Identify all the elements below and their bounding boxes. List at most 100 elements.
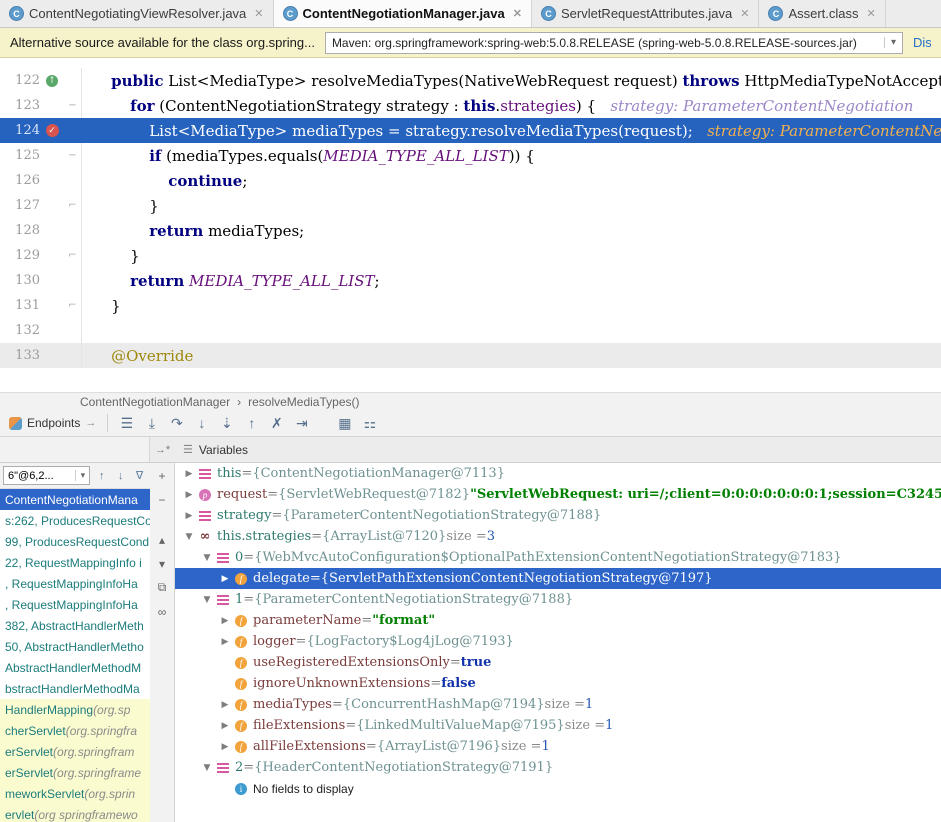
- stack-frame-row[interactable]: 99, ProducesRequestCond: [0, 531, 150, 552]
- chevron-down-icon[interactable]: ▾: [884, 37, 902, 48]
- tree-arrow-icon[interactable]: ▶: [217, 742, 233, 752]
- variable-row[interactable]: fignoreUnknownExtensions = false: [175, 673, 941, 694]
- editor-tab[interactable]: CContentNegotiationManager.java✕: [274, 0, 532, 27]
- tree-arrow-icon[interactable]: ▶: [181, 490, 197, 500]
- stack-frame-row[interactable]: meworkServlet (org.sprin: [0, 783, 150, 804]
- tree-arrow-icon[interactable]: ▶: [181, 511, 197, 521]
- variable-row[interactable]: ▶fmediaTypes = {ConcurrentHashMap@7194} …: [175, 694, 941, 715]
- tree-arrow-icon[interactable]: ▶: [217, 616, 233, 626]
- variable-row[interactable]: ▶strategy = {ParameterContentNegotiation…: [175, 505, 941, 526]
- editor-tab[interactable]: CContentNegotiatingViewResolver.java✕: [0, 0, 274, 27]
- code-line[interactable]: 129⌐ }: [0, 243, 941, 268]
- stack-frame-row[interactable]: s:262, ProducesRequestCo: [0, 510, 150, 531]
- next-frame-icon[interactable]: ↓: [113, 470, 128, 482]
- source-jar-select[interactable]: Maven: org.springframework:spring-web:5.…: [325, 32, 903, 54]
- variable-row[interactable]: ▼0 = {WebMvcAutoConfiguration$OptionalPa…: [175, 547, 941, 568]
- tab-close-icon[interactable]: ✕: [513, 7, 522, 20]
- scroll-down-icon[interactable]: ▾: [154, 556, 170, 571]
- step-out-icon[interactable]: ↑: [239, 412, 264, 434]
- code-editor[interactable]: 122↑ public List<MediaType> resolveMedia…: [0, 58, 941, 392]
- stack-frame-row[interactable]: cherServlet (org.springfra: [0, 720, 150, 741]
- editor-tab[interactable]: CAssert.class✕: [759, 0, 885, 27]
- stack-frame-row[interactable]: AbstractHandlerMethodM: [0, 657, 150, 678]
- breadcrumb-item-method[interactable]: resolveMediaTypes(): [248, 395, 359, 409]
- disable-link[interactable]: Disable: [913, 35, 931, 50]
- add-watch-icon[interactable]: +: [154, 468, 170, 483]
- stack-frame-row[interactable]: erServlet (org.springfram: [0, 741, 150, 762]
- variables-menu-icon[interactable]: ☰: [183, 443, 193, 456]
- tab-close-icon[interactable]: ✕: [867, 7, 876, 20]
- code-line[interactable]: 130 return MEDIA_TYPE_ALL_LIST;: [0, 268, 941, 293]
- chevron-down-icon[interactable]: ▾: [75, 470, 89, 481]
- fold-marker[interactable]: −: [64, 143, 82, 168]
- code-line[interactable]: 132: [0, 318, 941, 343]
- implements-icon[interactable]: ↑: [46, 75, 58, 87]
- previous-frame-icon[interactable]: ↑: [94, 470, 109, 482]
- tree-arrow-icon[interactable]: ▶: [217, 721, 233, 731]
- tab-variables[interactable]: ☰ Variables: [175, 443, 248, 457]
- tree-arrow-icon[interactable]: ▶: [217, 637, 233, 647]
- code-line[interactable]: 127⌐ }: [0, 193, 941, 218]
- stack-frame-row[interactable]: 22, RequestMappingInfo i: [0, 552, 150, 573]
- variable-row[interactable]: iNo fields to display: [175, 778, 941, 799]
- breadcrumb-item-class[interactable]: ContentNegotiationManager: [80, 395, 230, 409]
- show-execution-point-icon[interactable]: ⤓: [139, 412, 164, 434]
- force-step-into-icon[interactable]: ⇣: [214, 412, 239, 434]
- tree-arrow-icon[interactable]: ▶: [217, 574, 233, 584]
- view-options-icon[interactable]: ⚏: [357, 412, 382, 434]
- endpoints-tab[interactable]: Endpoints →: [4, 416, 101, 430]
- variable-row[interactable]: ▶flogger = {LogFactory$Log4jLog@7193}: [175, 631, 941, 652]
- fold-marker[interactable]: ⌐: [64, 243, 82, 268]
- step-into-icon[interactable]: ↓: [189, 412, 214, 434]
- run-to-cursor-icon[interactable]: ⇥: [289, 412, 314, 434]
- menu-icon[interactable]: ☰: [114, 412, 139, 434]
- code-line[interactable]: 131⌐ }: [0, 293, 941, 318]
- variable-row[interactable]: ▶this = {ContentNegotiationManager@7113}: [175, 463, 941, 484]
- code-line[interactable]: 124✓ List<MediaType> mediaTypes = strate…: [0, 118, 941, 143]
- remove-watch-icon[interactable]: −: [154, 492, 170, 507]
- stack-frame-row[interactable]: ContentNegotiationMana: [0, 489, 150, 510]
- stack-frame-row[interactable]: erServlet (org.springframe: [0, 762, 150, 783]
- code-line[interactable]: 128 return mediaTypes;: [0, 218, 941, 243]
- evaluate-expression-icon[interactable]: ▦: [332, 412, 357, 434]
- fold-marker[interactable]: ⌐: [64, 193, 82, 218]
- tree-arrow-icon[interactable]: ▶: [217, 700, 233, 710]
- stack-frame-row[interactable]: 50, AbstractHandlerMetho: [0, 636, 150, 657]
- variable-row[interactable]: ▶prequest = {ServletWebRequest@7182} "Se…: [175, 484, 941, 505]
- code-line[interactable]: 133 @Override: [0, 343, 941, 368]
- tree-arrow-icon[interactable]: ▼: [199, 553, 215, 563]
- code-line[interactable]: 122↑ public List<MediaType> resolveMedia…: [0, 68, 941, 93]
- variable-row[interactable]: ▼∞this.strategies = {ArrayList@7120} siz…: [175, 526, 941, 547]
- tree-arrow-icon[interactable]: ▼: [181, 532, 197, 542]
- tab-close-icon[interactable]: ✕: [254, 7, 263, 20]
- drop-frame-icon[interactable]: ✗: [264, 412, 289, 434]
- stack-frame-row[interactable]: 382, AbstractHandlerMeth: [0, 615, 150, 636]
- scroll-up-icon[interactable]: ▴: [154, 532, 170, 547]
- code-line[interactable]: 126 continue;: [0, 168, 941, 193]
- tree-arrow-icon[interactable]: ▼: [199, 763, 215, 773]
- variable-row[interactable]: ▶fdelegate = {ServletPathExtensionConten…: [175, 568, 941, 589]
- variable-row[interactable]: ▼2 = {HeaderContentNegotiationStrategy@7…: [175, 757, 941, 778]
- tab-close-icon[interactable]: ✕: [740, 7, 749, 20]
- variable-row[interactable]: ▼1 = {ParameterContentNegotiationStrateg…: [175, 589, 941, 610]
- stack-frame-row[interactable]: HandlerMapping (org.sp: [0, 699, 150, 720]
- filter-icon[interactable]: ∇: [132, 469, 147, 482]
- step-over-icon[interactable]: ↷: [164, 412, 189, 434]
- fold-marker[interactable]: ⌐: [64, 293, 82, 318]
- variable-row[interactable]: fuseRegisteredExtensionsOnly = true: [175, 652, 941, 673]
- tree-arrow-icon[interactable]: ▶: [181, 469, 197, 479]
- show-watches-icon[interactable]: ∞: [154, 604, 170, 619]
- variable-row[interactable]: ▶ffileExtensions = {LinkedMultiValueMap@…: [175, 715, 941, 736]
- stack-frame-row[interactable]: , RequestMappingInfoHa: [0, 573, 150, 594]
- duplicate-icon[interactable]: ⧉: [154, 580, 170, 595]
- restore-layout-icon[interactable]: →*: [150, 444, 175, 456]
- fold-marker[interactable]: −: [64, 93, 82, 118]
- variable-row[interactable]: ▶fparameterName = "format": [175, 610, 941, 631]
- variable-row[interactable]: ▶fallFileExtensions = {ArrayList@7196} s…: [175, 736, 941, 757]
- editor-tab[interactable]: CServletRequestAttributes.java✕: [532, 0, 759, 27]
- tree-arrow-icon[interactable]: ▼: [199, 595, 215, 605]
- code-line[interactable]: 123− for (ContentNegotiationStrategy str…: [0, 93, 941, 118]
- breakpoint-icon[interactable]: ✓: [46, 124, 59, 137]
- stack-frame-row[interactable]: ervlet (org springframewo: [0, 804, 150, 822]
- thread-select[interactable]: 6"@6,2... ▾: [3, 466, 90, 485]
